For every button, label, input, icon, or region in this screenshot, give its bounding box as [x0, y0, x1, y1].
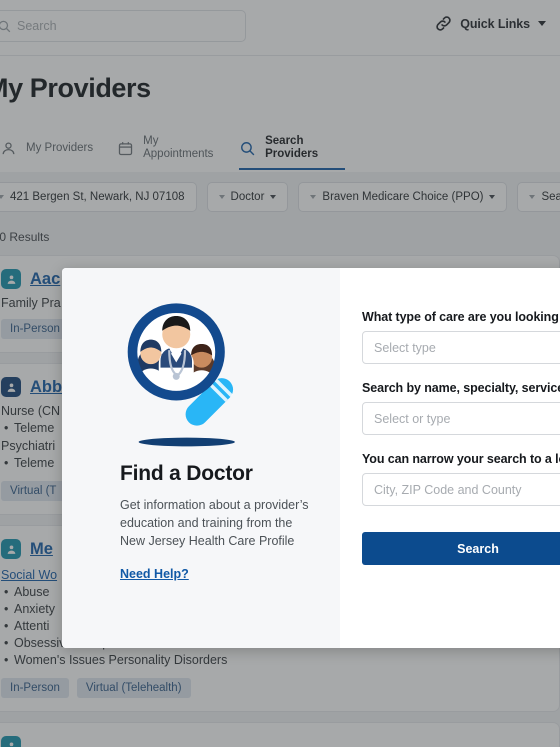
app-root: Quick Links My Providers My Providers — [0, 0, 560, 747]
modal-info-panel: Find a Doctor Get information about a pr… — [62, 268, 340, 648]
field-label: Search by name, specialty, service or — [362, 381, 560, 395]
modal-heading: Find a Doctor — [120, 462, 253, 485]
modal-description: Get information about a provider’s educa… — [120, 498, 309, 548]
form-field-name-specialty: Search by name, specialty, service or Se… — [362, 381, 560, 435]
need-help-link[interactable]: Need Help? — [120, 567, 189, 581]
location-input[interactable]: City, ZIP Code and County — [362, 473, 560, 506]
field-label: You can narrow your search to a locat — [362, 452, 560, 466]
find-a-doctor-modal: Find a Doctor Get information about a pr… — [62, 268, 560, 648]
care-type-select[interactable]: Select type — [362, 331, 560, 364]
name-specialty-input[interactable]: Select or type — [362, 402, 560, 435]
field-label: What type of care are you looking for? — [362, 310, 560, 324]
form-field-location: You can narrow your search to a locat Ci… — [362, 452, 560, 506]
doctor-search-magnifier-illustration — [108, 288, 283, 456]
search-button[interactable]: Search — [362, 532, 560, 565]
modal-form-panel: What type of care are you looking for? S… — [340, 268, 560, 648]
form-field-care-type: What type of care are you looking for? S… — [362, 310, 560, 364]
